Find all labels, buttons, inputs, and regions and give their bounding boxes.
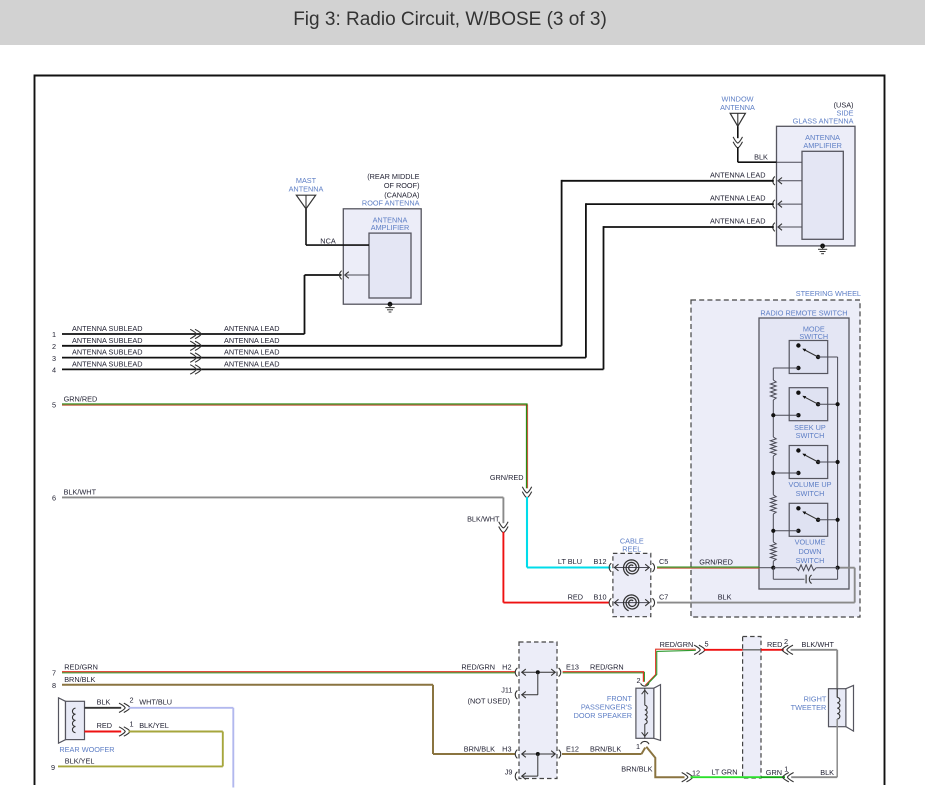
svg-text:BRN/BLK: BRN/BLK: [64, 675, 95, 684]
svg-text:OF ROOF): OF ROOF): [384, 181, 420, 190]
svg-text:BLK: BLK: [718, 592, 732, 601]
svg-text:ANTENNA LEAD: ANTENNA LEAD: [710, 217, 766, 226]
svg-text:BRN/BLK: BRN/BLK: [621, 765, 652, 774]
svg-text:GRN/RED: GRN/RED: [699, 557, 733, 566]
svg-text:GLASS ANTENNA: GLASS ANTENNA: [793, 117, 854, 126]
svg-text:ANTENNA LEAD: ANTENNA LEAD: [224, 336, 280, 345]
svg-text:BRN/BLK: BRN/BLK: [590, 744, 621, 753]
svg-text:1: 1: [784, 764, 788, 773]
svg-text:GRN/RED: GRN/RED: [490, 473, 524, 482]
svg-text:SWITCH: SWITCH: [799, 332, 828, 341]
svg-text:12: 12: [692, 768, 700, 777]
svg-text:WHT/BLU: WHT/BLU: [139, 698, 172, 707]
svg-text:BLK/WHT: BLK/WHT: [802, 640, 835, 649]
svg-text:ANTENNA: ANTENNA: [289, 185, 324, 194]
svg-text:ANTENNA SUBLEAD: ANTENNA SUBLEAD: [72, 324, 143, 333]
svg-text:VOLUME UP: VOLUME UP: [789, 480, 832, 489]
svg-text:ANTENNA: ANTENNA: [720, 103, 755, 112]
svg-text:8: 8: [52, 681, 56, 690]
svg-text:B10: B10: [594, 592, 607, 601]
svg-text:AMPLIFIER: AMPLIFIER: [803, 141, 842, 150]
svg-text:ANTENNA LEAD: ANTENNA LEAD: [224, 348, 280, 357]
svg-text:LT GRN: LT GRN: [711, 768, 737, 777]
svg-text:REAR WOOFER: REAR WOOFER: [59, 745, 114, 754]
svg-text:2: 2: [784, 637, 788, 646]
svg-text:ANTENNA SUBLEAD: ANTENNA SUBLEAD: [72, 336, 143, 345]
svg-text:BLK: BLK: [820, 768, 834, 777]
svg-text:GRN: GRN: [766, 768, 782, 777]
svg-text:2: 2: [130, 696, 134, 705]
svg-text:C5: C5: [659, 557, 668, 566]
svg-text:RED/GRN: RED/GRN: [64, 662, 98, 671]
svg-text:BLK/YEL: BLK/YEL: [139, 721, 169, 730]
svg-text:RED/GRN: RED/GRN: [590, 663, 624, 672]
svg-text:C7: C7: [659, 592, 668, 601]
svg-text:6: 6: [52, 494, 56, 503]
svg-text:(NOT USED): (NOT USED): [468, 696, 510, 705]
svg-text:RED/GRN: RED/GRN: [660, 640, 694, 649]
svg-text:BLK/WHT: BLK/WHT: [467, 514, 500, 523]
svg-text:7: 7: [52, 669, 56, 678]
svg-text:TWEETER: TWEETER: [791, 703, 827, 712]
svg-text:ANTENNA SUBLEAD: ANTENNA SUBLEAD: [72, 348, 143, 357]
svg-text:(REAR MIDDLE: (REAR MIDDLE: [367, 172, 419, 181]
svg-text:4: 4: [52, 366, 56, 375]
svg-text:9: 9: [51, 763, 55, 772]
svg-text:STEERING WHEEL: STEERING WHEEL: [796, 289, 861, 298]
svg-text:LT BLU: LT BLU: [558, 557, 582, 566]
svg-text:1: 1: [130, 719, 134, 728]
svg-text:NCA: NCA: [320, 237, 336, 246]
svg-text:RED/GRN: RED/GRN: [461, 663, 495, 672]
svg-text:GRN/RED: GRN/RED: [64, 395, 98, 404]
svg-text:E12: E12: [566, 744, 579, 753]
svg-text:AMPLIFIER: AMPLIFIER: [371, 223, 410, 232]
svg-text:BRN/BLK: BRN/BLK: [464, 744, 495, 753]
svg-text:ANTENNA SUBLEAD: ANTENNA SUBLEAD: [72, 359, 143, 368]
svg-text:REEL: REEL: [622, 545, 641, 554]
svg-text:ANTENNA LEAD: ANTENNA LEAD: [224, 324, 280, 333]
svg-text:SWITCH: SWITCH: [796, 556, 825, 565]
svg-text:ROOF ANTENNA: ROOF ANTENNA: [362, 199, 420, 208]
svg-text:5: 5: [52, 401, 56, 410]
svg-text:5: 5: [705, 639, 709, 648]
svg-text:E13: E13: [566, 663, 579, 672]
svg-text:2: 2: [52, 342, 56, 351]
svg-text:J11: J11: [501, 685, 512, 694]
svg-text:ANTENNA LEAD: ANTENNA LEAD: [224, 359, 280, 368]
svg-text:RED: RED: [568, 592, 583, 601]
svg-text:BLK: BLK: [754, 152, 768, 161]
svg-text:B12: B12: [594, 557, 607, 566]
svg-text:VOLUME: VOLUME: [795, 538, 826, 547]
svg-text:2: 2: [636, 676, 640, 685]
svg-text:RED: RED: [97, 721, 112, 730]
svg-text:ANTENNA LEAD: ANTENNA LEAD: [710, 194, 766, 203]
svg-text:SWITCH: SWITCH: [796, 431, 825, 440]
svg-text:RADIO REMOTE SWITCH: RADIO REMOTE SWITCH: [760, 309, 847, 318]
svg-text:H3: H3: [502, 744, 511, 753]
svg-text:1: 1: [52, 330, 56, 339]
svg-text:RED: RED: [767, 640, 782, 649]
svg-text:BLK/WHT: BLK/WHT: [64, 487, 97, 496]
svg-text:J9: J9: [505, 767, 513, 776]
svg-text:BLK/YEL: BLK/YEL: [65, 757, 95, 766]
svg-text:H2: H2: [502, 663, 511, 672]
svg-text:1: 1: [636, 742, 640, 751]
svg-text:SWITCH: SWITCH: [796, 489, 825, 498]
svg-text:DOOR SPEAKER: DOOR SPEAKER: [574, 711, 632, 720]
svg-text:ANTENNA LEAD: ANTENNA LEAD: [710, 170, 766, 179]
svg-text:DOWN: DOWN: [798, 547, 821, 556]
svg-text:BLK: BLK: [97, 698, 111, 707]
svg-text:3: 3: [52, 354, 56, 363]
